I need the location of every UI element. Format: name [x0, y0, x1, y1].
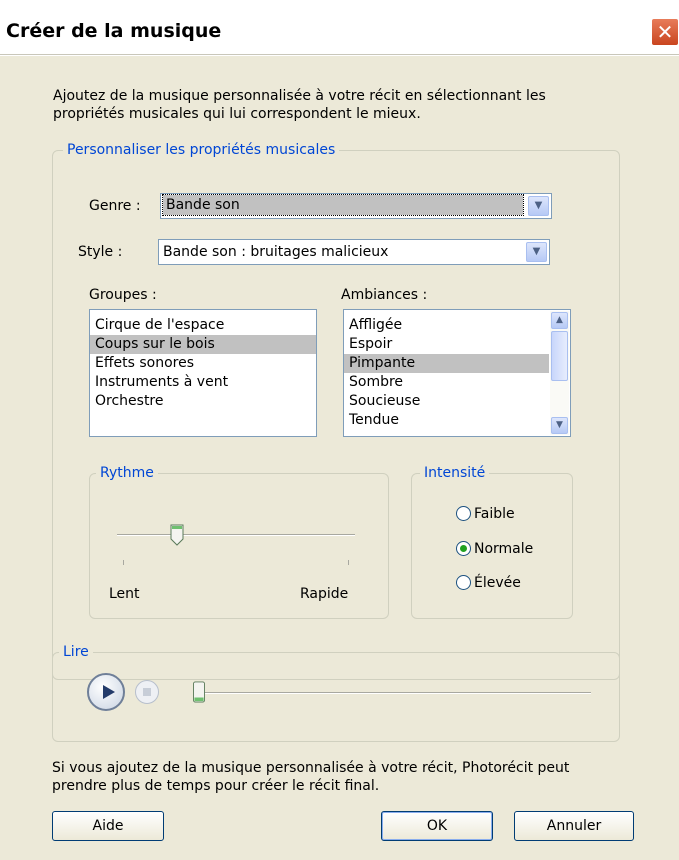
- footer-line-2: prendre plus de temps pour créer le réci…: [52, 778, 380, 794]
- list-item[interactable]: Effets sonores: [90, 354, 316, 373]
- properties-group: Personnaliser les propriétés musicales G…: [52, 141, 620, 680]
- style-label: Style :: [78, 244, 123, 260]
- chevron-down-icon[interactable]: ▼: [526, 242, 547, 262]
- list-item[interactable]: Tendue: [344, 411, 570, 430]
- playback-slider[interactable]: [192, 681, 206, 703]
- dialog-body: Ajoutez de la musique personnalisée à vo…: [0, 56, 679, 860]
- moods-label: Ambiances :: [341, 287, 428, 303]
- play-legend: Lire: [59, 643, 93, 661]
- groups-list[interactable]: Cirque de l'espace Coups sur le bois Eff…: [89, 309, 317, 437]
- intensity-group: Intensité Faible Normale Élevée: [411, 464, 573, 619]
- list-item[interactable]: Sombre: [344, 373, 570, 392]
- chevron-up-icon[interactable]: ▲: [551, 312, 568, 329]
- rhythm-slider[interactable]: [170, 524, 184, 546]
- rhythm-min-label: Lent: [109, 586, 140, 602]
- list-item[interactable]: Pimpante: [344, 354, 549, 373]
- style-value: Bande son : bruitages malicieux: [163, 244, 389, 260]
- groups-label: Groupes :: [89, 287, 157, 303]
- playback-track: [199, 692, 591, 694]
- list-item[interactable]: Orchestre: [90, 392, 316, 411]
- genre-label: Genre :: [89, 198, 141, 214]
- list-item[interactable]: Instruments à vent: [90, 373, 316, 392]
- play-group: Lire: [52, 643, 620, 742]
- genre-dropdown[interactable]: Bande son ▼: [160, 193, 552, 219]
- list-item[interactable]: Soucieuse: [344, 392, 570, 411]
- chevron-down-icon[interactable]: ▼: [528, 196, 549, 216]
- radio-normale-label[interactable]: Normale: [474, 539, 533, 559]
- moods-scrollbar[interactable]: ▲ ▼: [550, 311, 569, 435]
- scroll-thumb[interactable]: [551, 331, 568, 381]
- help-button[interactable]: Aide: [52, 811, 164, 841]
- footer-line-1: Si vous ajoutez de la musique personnali…: [52, 760, 570, 776]
- radio-elevee-label[interactable]: Élevée: [474, 573, 521, 593]
- intro-line-2: propriétés musicales qui lui corresponde…: [53, 106, 421, 122]
- radio-faible-label[interactable]: Faible: [474, 504, 515, 524]
- chevron-down-icon[interactable]: ▼: [551, 417, 568, 434]
- genre-value: Bande son: [162, 194, 524, 216]
- list-item[interactable]: Coups sur le bois: [90, 335, 316, 354]
- radio-selected-dot: [460, 545, 467, 552]
- tick-mark: [348, 560, 349, 565]
- list-item[interactable]: Cirque de l'espace: [90, 316, 316, 335]
- list-item[interactable]: Affligée: [344, 316, 570, 335]
- rhythm-legend: Rythme: [96, 464, 158, 482]
- title-bar: Créer de la musique ✕: [0, 0, 679, 54]
- close-button[interactable]: ✕: [651, 18, 679, 46]
- rhythm-track: [117, 534, 355, 536]
- properties-legend: Personnaliser les propriétés musicales: [63, 141, 340, 159]
- moods-list[interactable]: Affligée Espoir Pimpante Sombre Soucieus…: [343, 309, 571, 437]
- ok-button[interactable]: OK: [381, 811, 493, 841]
- play-icon[interactable]: [87, 673, 125, 711]
- rhythm-group: Rythme Lent Rapide: [89, 464, 389, 619]
- cancel-button[interactable]: Annuler: [514, 811, 634, 841]
- close-icon: ✕: [656, 20, 674, 44]
- radio-elevee[interactable]: [456, 575, 471, 590]
- style-dropdown[interactable]: Bande son : bruitages malicieux ▼: [158, 239, 550, 265]
- intensity-legend: Intensité: [420, 464, 490, 482]
- radio-faible[interactable]: [456, 506, 471, 521]
- list-item[interactable]: Espoir: [344, 335, 570, 354]
- tick-mark: [123, 560, 124, 565]
- intro-line-1: Ajoutez de la musique personnalisée à vo…: [53, 88, 546, 104]
- stop-icon[interactable]: [135, 680, 159, 704]
- window-title: Créer de la musique: [6, 20, 222, 42]
- rhythm-max-label: Rapide: [300, 586, 349, 602]
- radio-normale[interactable]: [456, 541, 471, 556]
